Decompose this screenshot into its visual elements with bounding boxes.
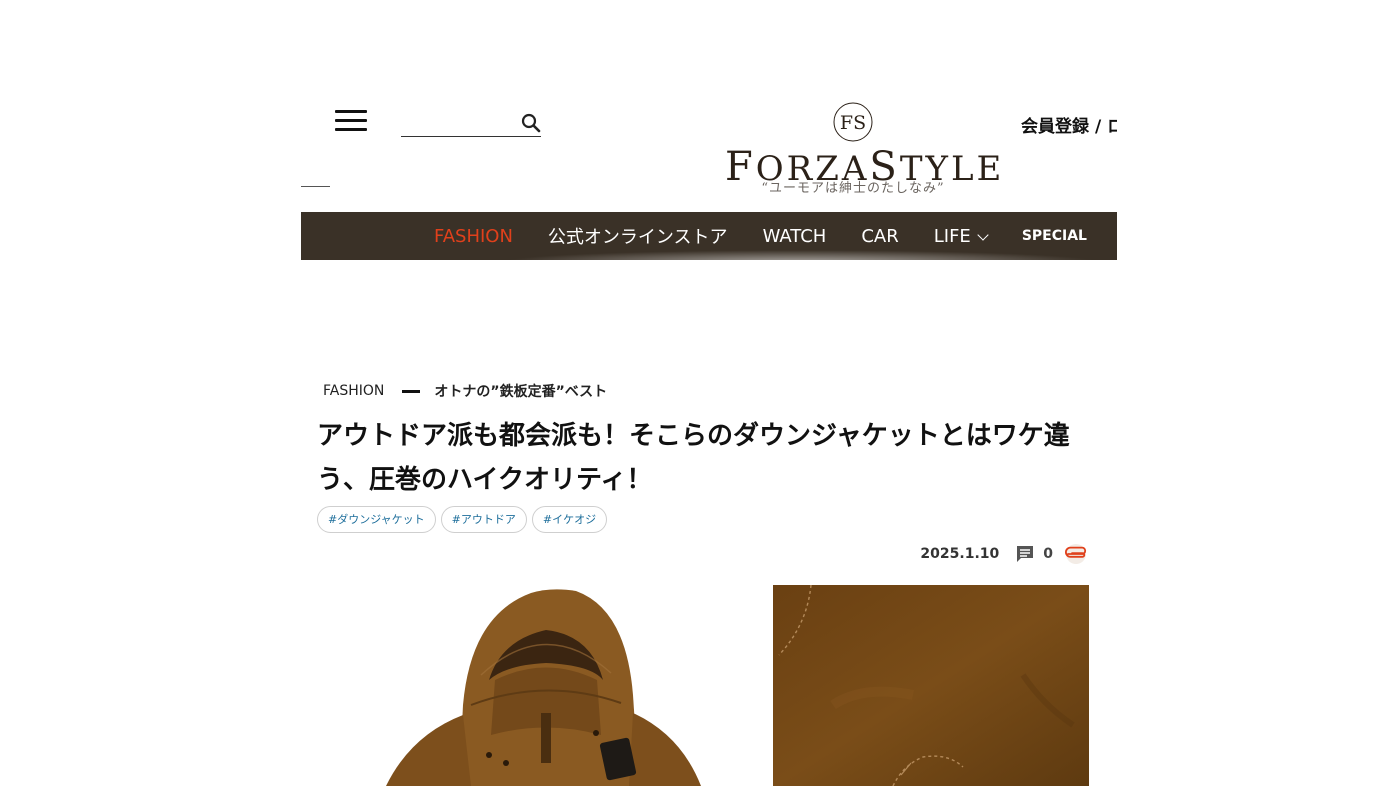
- search-input[interactable]: [401, 108, 519, 134]
- jacket-product-image: [371, 585, 711, 786]
- publish-date: 2025.1.10: [920, 546, 1000, 562]
- logo-tagline: “ユーモアは紳士のたしなみ”: [761, 181, 945, 196]
- tag-down-jacket[interactable]: #ダウンジャケット: [317, 506, 436, 533]
- nav-item-special[interactable]: SPECIAL: [1022, 228, 1087, 244]
- page-container: FS FORZASTYLE “ユーモアは紳士のたしなみ” 会員登録 / ロ FASH…: [301, 0, 1117, 786]
- breadcrumb: FASHION オトナの”鉄板定番”ベスト: [323, 381, 607, 401]
- search-box: [401, 108, 541, 137]
- divider: [301, 186, 330, 187]
- svg-text:FS: FS: [840, 112, 866, 134]
- main-nav: FASHION 公式オンラインストア WATCH CAR LIFE SPECIA…: [301, 212, 1117, 262]
- login-link[interactable]: ロ: [1107, 117, 1117, 137]
- nav-item-online-store[interactable]: 公式オンラインストア: [548, 223, 728, 249]
- site-logo[interactable]: FS FORZASTYLE “ユーモアは紳士のたしなみ”: [725, 102, 1001, 206]
- breadcrumb-dash: [402, 389, 421, 393]
- chevron-down-icon: [977, 228, 989, 241]
- nav-item-life-label: LIFE: [933, 225, 971, 247]
- register-link[interactable]: 会員登録: [1021, 117, 1089, 137]
- breadcrumb-subcategory[interactable]: オトナの”鉄板定番”ベスト: [434, 381, 607, 401]
- article-title: アウトドア派も都会派も！そこらのダウンジャケットとはワケ違う、圧巻のハイクオリテ…: [317, 421, 1070, 495]
- fabric-stitch-graphic: [773, 585, 1089, 786]
- comment-count: 0: [1043, 546, 1053, 562]
- article-meta: 2025.1.10 0: [920, 543, 1089, 565]
- hamburger-menu-icon[interactable]: [335, 110, 367, 134]
- search-icon[interactable]: [521, 113, 541, 133]
- tag-list: #ダウンジャケット #アウトドア #イケオジ: [317, 506, 612, 533]
- paperclip-icon[interactable]: [1063, 543, 1089, 565]
- comment-icon[interactable]: [1015, 544, 1035, 564]
- breadcrumb-category[interactable]: FASHION: [323, 383, 384, 399]
- auth-links: 会員登録 / ロ: [1021, 112, 1117, 137]
- auth-separator: /: [1095, 117, 1102, 137]
- logo-emblem-icon: FS: [833, 102, 873, 142]
- tag-outdoor[interactable]: #アウトドア: [440, 506, 527, 533]
- nav-item-life[interactable]: LIFE: [933, 225, 989, 247]
- nav-item-car[interactable]: CAR: [861, 226, 898, 247]
- nav-item-watch[interactable]: WATCH: [763, 226, 827, 247]
- fabric-detail-image: [773, 585, 1089, 786]
- tag-ikeoji[interactable]: #イケオジ: [531, 506, 608, 533]
- nav-item-fashion[interactable]: FASHION: [434, 226, 513, 247]
